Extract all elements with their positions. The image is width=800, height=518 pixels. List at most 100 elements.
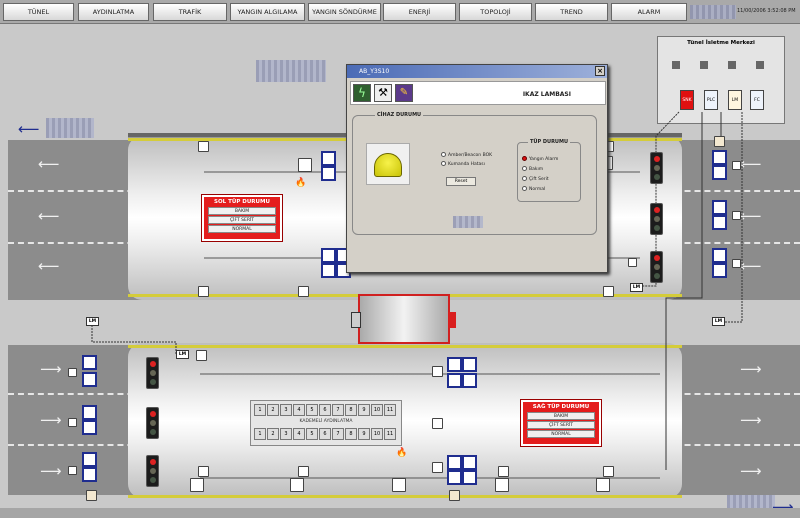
- left-bakim-button[interactable]: BAKIM: [208, 207, 276, 215]
- tup-option-yangin[interactable]: Yangın Alarm: [522, 156, 558, 162]
- fan-unit[interactable]: [447, 373, 462, 388]
- lighting-cell[interactable]: 4: [293, 404, 305, 416]
- traffic-light[interactable]: [146, 357, 159, 389]
- sensor-device[interactable]: [298, 286, 309, 297]
- dialog-title-bar[interactable]: AB_Y3S10 ×: [347, 65, 607, 78]
- sensor-device[interactable]: [603, 286, 614, 297]
- vms-sign[interactable]: [712, 165, 727, 180]
- vms-sign[interactable]: [712, 263, 727, 278]
- traffic-light[interactable]: [650, 152, 663, 184]
- traffic-light[interactable]: [146, 455, 159, 487]
- option-amber[interactable]: Amber/Beacon BOK: [441, 152, 492, 158]
- sensor-device[interactable]: [68, 466, 77, 475]
- lighting-cell[interactable]: 9: [358, 428, 370, 440]
- vms-sign[interactable]: [712, 215, 727, 230]
- sensor-device[interactable]: [432, 366, 443, 377]
- lighting-cell[interactable]: 7: [332, 404, 344, 416]
- fan-unit[interactable]: [321, 263, 336, 278]
- left-normal-button[interactable]: NORMAL: [208, 225, 276, 233]
- sensor-device[interactable]: [68, 368, 77, 377]
- sensor-device[interactable]: [86, 490, 97, 501]
- sensor-device[interactable]: [68, 418, 77, 427]
- lighting-cell[interactable]: 1: [254, 428, 266, 440]
- close-icon[interactable]: ×: [595, 66, 605, 76]
- sensor-device[interactable]: [198, 141, 209, 152]
- traffic-light[interactable]: [650, 251, 663, 283]
- vms-sign[interactable]: [82, 355, 97, 370]
- right-normal-button[interactable]: NORMAL: [527, 430, 595, 438]
- tup-option-bakim[interactable]: Bakım: [522, 166, 543, 172]
- tup-option-cift[interactable]: Çift Serit: [522, 176, 549, 182]
- lighting-cell[interactable]: 8: [345, 428, 357, 440]
- lighting-cell[interactable]: 7: [332, 428, 344, 440]
- fan-unit[interactable]: [321, 248, 336, 263]
- lighting-cell[interactable]: 2: [267, 404, 279, 416]
- lighting-cell[interactable]: 11: [384, 404, 396, 416]
- vms-sign[interactable]: [82, 420, 97, 435]
- lighting-cell[interactable]: 5: [306, 404, 318, 416]
- fan-unit[interactable]: [447, 357, 462, 372]
- fan-unit[interactable]: [462, 357, 477, 372]
- fan-unit[interactable]: [321, 166, 336, 181]
- lighting-cell[interactable]: 1: [254, 404, 266, 416]
- lighting-cell[interactable]: 4: [293, 428, 305, 440]
- lighting-cell[interactable]: 3: [280, 428, 292, 440]
- fan-unit[interactable]: [321, 151, 336, 166]
- sensor-device[interactable]: [603, 466, 614, 477]
- option-kumanda[interactable]: Kumanda Hatası: [441, 161, 485, 167]
- traffic-light[interactable]: [146, 407, 159, 439]
- vms-sign[interactable]: [82, 405, 97, 420]
- sensor-device[interactable]: [498, 466, 509, 477]
- lighting-cell[interactable]: 11: [384, 428, 396, 440]
- sensor-device[interactable]: [432, 418, 443, 429]
- camera-device[interactable]: [495, 478, 509, 492]
- left-cift-serit-button[interactable]: ÇİFT SERİT: [208, 216, 276, 224]
- book-icon[interactable]: ✎: [395, 84, 413, 102]
- camera-device[interactable]: [290, 478, 304, 492]
- sensor-device[interactable]: [198, 466, 209, 477]
- vms-sign[interactable]: [712, 248, 727, 263]
- camera-device[interactable]: [298, 158, 312, 172]
- lighting-cell[interactable]: 5: [306, 428, 318, 440]
- vms-sign[interactable]: [82, 452, 97, 467]
- reset-button[interactable]: Reset: [446, 177, 476, 186]
- fan-unit[interactable]: [447, 455, 462, 470]
- traffic-light[interactable]: [650, 203, 663, 235]
- lighting-cell[interactable]: 10: [371, 428, 383, 440]
- lighting-cell[interactable]: 6: [319, 428, 331, 440]
- sensor-device[interactable]: [628, 258, 637, 267]
- lighting-cell[interactable]: 6: [319, 404, 331, 416]
- lm-box[interactable]: LM: [86, 317, 99, 326]
- vms-sign[interactable]: [712, 200, 727, 215]
- lighting-cell[interactable]: 2: [267, 428, 279, 440]
- vms-sign[interactable]: [82, 372, 97, 387]
- right-cift-serit-button[interactable]: ÇİFT SERİT: [527, 421, 595, 429]
- sensor-device[interactable]: [432, 462, 443, 473]
- sensor-device[interactable]: [732, 259, 741, 268]
- right-bakim-button[interactable]: BAKIM: [527, 412, 595, 420]
- bolt-icon[interactable]: ϟ: [353, 84, 371, 102]
- vms-sign[interactable]: [712, 150, 727, 165]
- fan-unit[interactable]: [462, 373, 477, 388]
- sensor-device[interactable]: [449, 490, 460, 501]
- sensor-device[interactable]: [732, 161, 741, 170]
- tup-option-normal[interactable]: Normal: [522, 186, 545, 192]
- sensor-device[interactable]: [196, 350, 207, 361]
- sensor-device[interactable]: [732, 211, 741, 220]
- lighting-cell[interactable]: 10: [371, 404, 383, 416]
- sensor-device[interactable]: [298, 466, 309, 477]
- camera-device[interactable]: [596, 478, 610, 492]
- sensor-device[interactable]: [198, 286, 209, 297]
- lm-box[interactable]: LM: [712, 317, 725, 326]
- wrench-icon[interactable]: ⚒: [374, 84, 392, 102]
- lm-box[interactable]: LM: [630, 283, 643, 292]
- fan-unit[interactable]: [462, 455, 477, 470]
- lighting-cell[interactable]: 9: [358, 404, 370, 416]
- vms-sign[interactable]: [82, 467, 97, 482]
- camera-device[interactable]: [190, 478, 204, 492]
- sensor-device[interactable]: [714, 136, 725, 147]
- fan-unit[interactable]: [447, 470, 462, 485]
- lm-box[interactable]: LM: [176, 350, 189, 359]
- fan-unit[interactable]: [462, 470, 477, 485]
- lighting-cell[interactable]: 8: [345, 404, 357, 416]
